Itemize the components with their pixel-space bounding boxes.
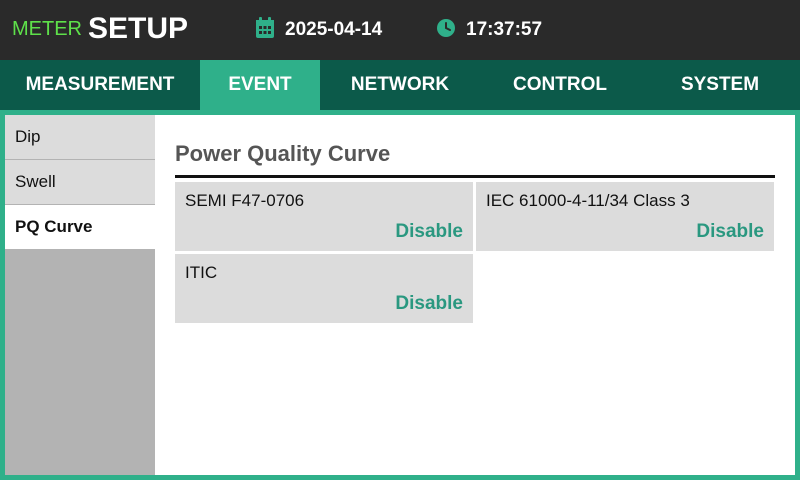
setting-value[interactable]: Disable [395,221,463,243]
setting-label: ITIC [185,263,218,282]
time-text: 17:37:57 [466,19,543,40]
sidebar-item-swell[interactable]: Swell [5,160,155,204]
page-title: SETUP [88,12,189,45]
setting-card-iec-61000[interactable]: IEC 61000-4-11/34 Class 3 Disable [476,182,774,251]
tab-control[interactable]: CONTROL [480,60,640,110]
setting-label: SEMI F47-0706 [185,191,305,210]
tab-network[interactable]: NETWORK [320,60,480,110]
header-bar: METER SETUP 2025-04-14 17:37:57 [0,0,800,60]
time-display: 17:37:57 [436,18,543,43]
setting-card-itic[interactable]: ITIC Disable [175,254,473,323]
app-title-meter: METER [12,18,82,40]
calendar-icon [255,16,275,44]
main-tab-bar: MEASUREMENT EVENT NETWORK CONTROL SYSTEM [0,60,800,110]
tab-system[interactable]: SYSTEM [640,60,800,110]
setting-card-semi-f47[interactable]: SEMI F47-0706 Disable [175,182,473,251]
main-panel: Power Quality Curve SEMI F47-0706 Disabl… [155,115,795,475]
title-divider [175,175,775,178]
sidebar-item-dip[interactable]: Dip [5,115,155,159]
clock-icon [436,18,456,43]
sidebar: Dip Swell PQ Curve [5,115,155,475]
tab-measurement[interactable]: MEASUREMENT [0,60,200,110]
tab-event[interactable]: EVENT [200,60,320,110]
date-display: 2025-04-14 [255,16,383,44]
section-title: Power Quality Curve [175,141,391,166]
setting-value[interactable]: Disable [395,293,463,315]
sidebar-item-pq-curve[interactable]: PQ Curve [5,205,155,249]
date-text: 2025-04-14 [285,19,383,40]
setting-value[interactable]: Disable [696,221,764,243]
setting-label: IEC 61000-4-11/34 Class 3 [486,191,690,210]
